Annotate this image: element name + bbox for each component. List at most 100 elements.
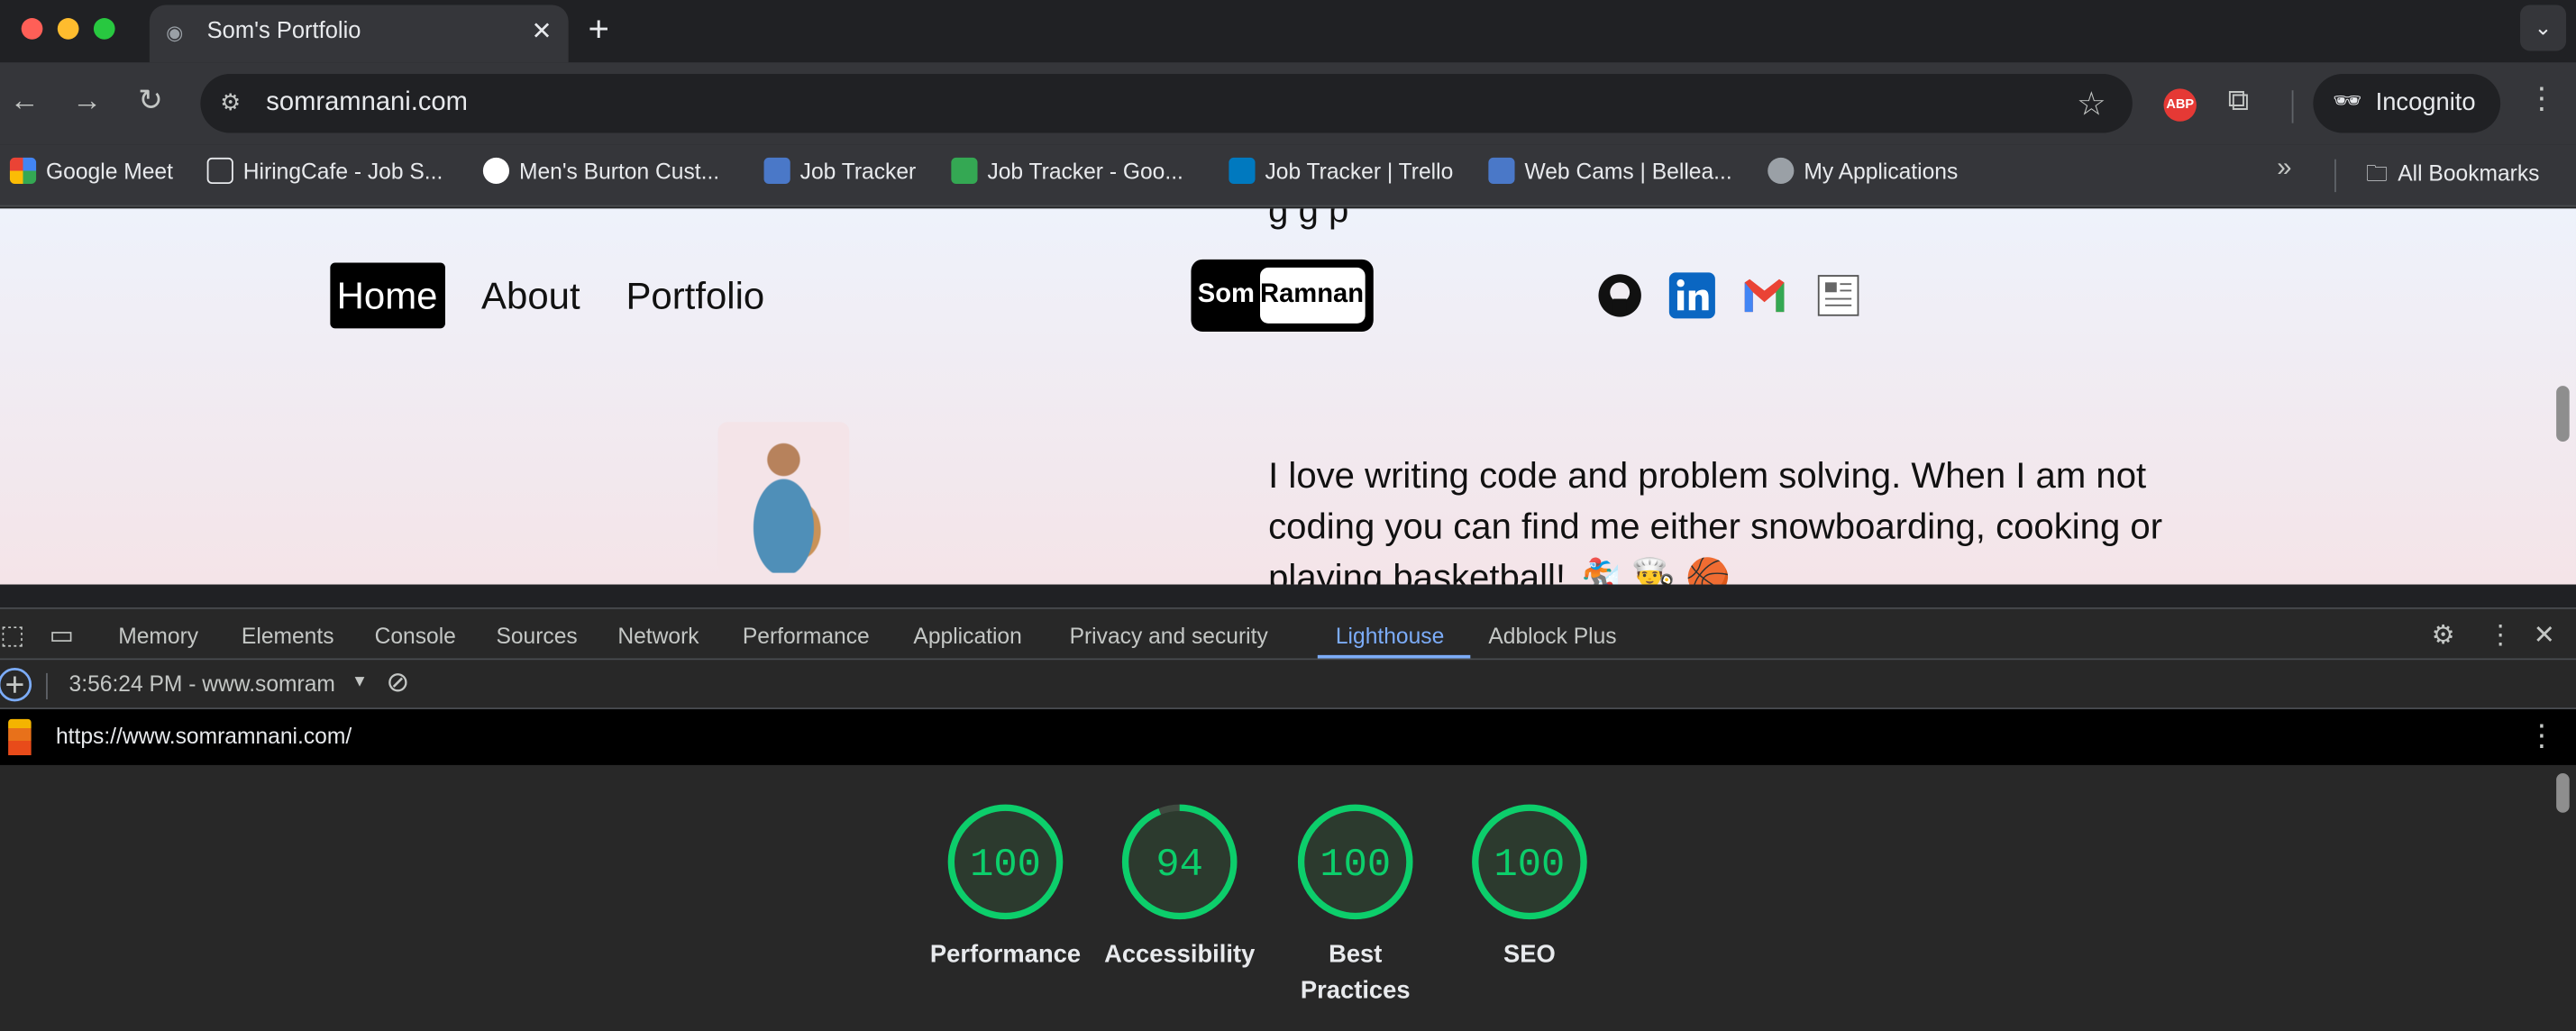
incognito-label: Incognito	[2375, 88, 2476, 117]
devtools-tab[interactable]: Network	[617, 624, 699, 648]
settings-gear-icon[interactable]: ⚙	[2432, 619, 2455, 652]
extensions-icon[interactable]: ⧉	[2228, 84, 2249, 118]
url-text[interactable]: somramnani.com	[266, 88, 468, 118]
google-meet-icon	[9, 157, 37, 185]
bookmark-item[interactable]: Men's Burton Cust...	[482, 157, 720, 190]
new-report-icon[interactable]	[0, 667, 32, 703]
score-value: 100	[1494, 844, 1566, 888]
bookmark-item[interactable]: Job Tracker | Trello	[1229, 157, 1453, 190]
browser-menu-icon[interactable]: ⋮	[2526, 82, 2556, 116]
score-gauge[interactable]: 94	[1120, 803, 1238, 921]
linkedin-icon[interactable]	[1667, 271, 1717, 321]
clear-reports-icon[interactable]: ⊘	[386, 667, 409, 699]
toolbar-divider	[46, 672, 48, 700]
devtools-tab[interactable]: Adblock Plus	[1488, 624, 1616, 648]
incognito-button[interactable]: 🕶 Incognito	[2313, 73, 2501, 133]
bookmarks-divider	[2334, 159, 2336, 193]
bookmark-item[interactable]: HiringCafe - Job S...	[206, 157, 443, 190]
more-bookmarks-icon[interactable]: »	[2277, 154, 2291, 184]
gmail-icon[interactable]	[1740, 271, 1789, 321]
mountain-icon	[482, 157, 510, 185]
report-select[interactable]: 3:56:24 PM - www.somram	[69, 671, 335, 696]
lighthouse-icon	[8, 718, 32, 755]
bookmark-label: HiringCafe - Job S...	[242, 159, 443, 185]
page-scrollbar[interactable]	[2556, 386, 2570, 443]
close-devtools-icon[interactable]: ✕	[2534, 619, 2555, 652]
bookmark-item[interactable]: Job Tracker - Goo...	[951, 157, 1183, 190]
bookmark-star-icon[interactable]: ☆	[2077, 84, 2106, 125]
devtools-tab-bar: ⬚ ▭ Memory Elements Console Sources Netw…	[0, 608, 2576, 661]
bookmark-item[interactable]: Google Meet	[9, 157, 173, 190]
dropdown-arrow-icon[interactable]: ▼	[352, 673, 368, 691]
browser-tab[interactable]: ◉ Som's Portfolio ✕	[149, 5, 569, 63]
bio-text: I love writing code and problem solving.…	[1268, 454, 2163, 585]
score-label: Best Practices	[1300, 940, 1411, 1005]
incognito-icon: 🕶	[2333, 87, 2362, 114]
web-page: g g p Home About Portfolio Som Ramnani I…	[0, 208, 2576, 585]
devtools-tab[interactable]: Application	[913, 624, 1021, 648]
toolbar-divider	[2291, 90, 2294, 123]
devtools-tab[interactable]: Memory	[118, 624, 198, 648]
site-logo[interactable]: Som Ramnani	[1191, 259, 1374, 332]
bookmark-item[interactable]: Web Cams | Bellea...	[1488, 157, 1732, 190]
bookmark-label: Google Meet	[46, 159, 173, 185]
bookmark-label: Job Tracker	[799, 159, 917, 185]
devtools-tab[interactable]: Privacy and security	[1070, 624, 1268, 648]
tracker-icon	[763, 157, 790, 185]
devtools-panel: ⬚ ▭ Memory Elements Console Sources Netw…	[0, 607, 2576, 1031]
adblock-plus-icon[interactable]: ABP	[2163, 88, 2197, 122]
devtools-tab[interactable]: Sources	[496, 624, 577, 648]
site-settings-icon[interactable]: ⚙	[220, 88, 241, 116]
score-gauge[interactable]: 100	[1470, 803, 1588, 921]
webcam-icon	[1488, 157, 1515, 185]
bookmark-item[interactable]: My Applications	[1768, 157, 1959, 190]
report-menu-icon[interactable]: ⋮	[2526, 719, 2556, 753]
nav-home-link[interactable]: Home	[330, 262, 445, 329]
devtools-tab[interactable]: Performance	[743, 624, 870, 648]
nav-portfolio-link[interactable]: Portfolio	[626, 274, 764, 318]
score-value: 100	[1320, 844, 1391, 888]
logo-first-name: Som	[1197, 280, 1255, 309]
score-label: Accessibility	[1104, 940, 1256, 969]
resume-icon[interactable]	[1813, 271, 1863, 321]
score-label: SEO	[1503, 940, 1556, 969]
device-toolbar-icon[interactable]: ▭	[50, 619, 75, 652]
inspect-icon[interactable]: ⬚	[0, 619, 25, 652]
back-icon[interactable]: ←	[10, 84, 40, 118]
maximize-window-button[interactable]	[93, 18, 115, 40]
trello-icon	[1229, 157, 1256, 185]
all-bookmarks-button[interactable]: 🗀 All Bookmarks	[2366, 158, 2540, 196]
filter-icon	[206, 157, 233, 185]
score-value: 94	[1156, 844, 1202, 888]
minimize-window-button[interactable]	[57, 18, 79, 40]
bookmark-label: My Applications	[1804, 159, 1959, 185]
address-bar[interactable]: ⚙ somramnani.com ☆	[200, 73, 2133, 133]
devtools-tab[interactable]: Elements	[242, 624, 334, 648]
logo-last-name: Ramnani	[1260, 267, 1371, 324]
sheets-icon	[951, 157, 978, 185]
nav-about-link[interactable]: About	[481, 274, 580, 318]
report-url[interactable]: https://www.somramnani.com/	[56, 724, 352, 748]
devtools-tab[interactable]: Console	[375, 624, 456, 648]
close-tab-icon[interactable]: ✕	[532, 16, 553, 46]
new-tab-button[interactable]: +	[589, 8, 609, 50]
reload-icon[interactable]: ↻	[138, 84, 163, 118]
close-window-button[interactable]	[21, 18, 43, 40]
tab-favicon-icon: ◉	[166, 21, 184, 45]
score-gauge[interactable]: 100	[946, 803, 1064, 921]
forward-icon[interactable]: →	[72, 84, 102, 118]
tab-title: Som's Portfolio	[206, 16, 361, 43]
devtools-scrollbar[interactable]	[2556, 773, 2570, 813]
bookmark-label: Job Tracker - Goo...	[987, 159, 1183, 185]
score-gauge[interactable]: 100	[1296, 803, 1414, 921]
bookmark-label: Men's Burton Cust...	[518, 159, 720, 185]
tab-search-button[interactable]: ⌄	[2520, 5, 2567, 51]
devtools-menu-icon[interactable]: ⋮	[2488, 619, 2514, 652]
score-label: Performance	[929, 940, 1082, 969]
tab-lighthouse[interactable]: Lighthouse	[1336, 624, 1444, 648]
bookmark-item[interactable]: Job Tracker	[763, 157, 917, 190]
lighthouse-toolbar: 3:56:24 PM - www.somram ▼ ⊘	[0, 660, 2576, 709]
browser-toolbar: ← → ↻ ⚙ somramnani.com ☆ ABP ⧉ 🕶 Incogni…	[0, 62, 2576, 145]
active-tab-indicator	[1317, 654, 1471, 659]
github-icon[interactable]	[1595, 271, 1645, 321]
